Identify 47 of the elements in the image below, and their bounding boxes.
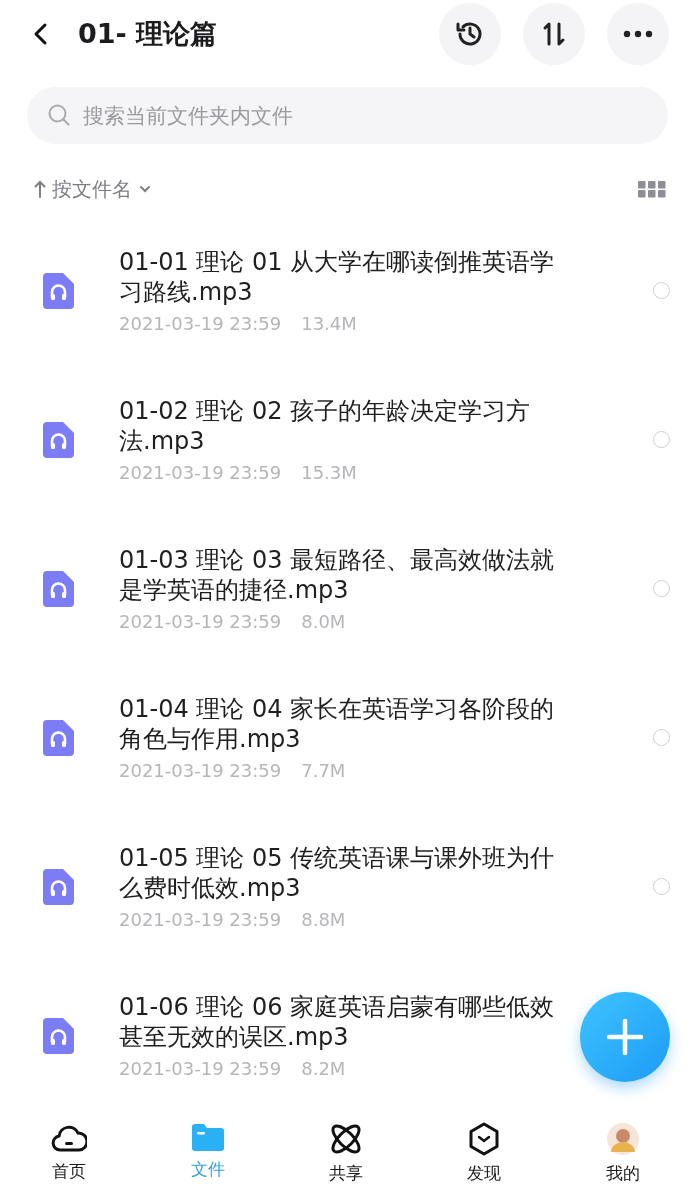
more-icon (623, 30, 653, 38)
audio-file-icon (43, 868, 74, 905)
file-date: 2021-03-19 23:59 (119, 909, 282, 930)
add-button[interactable] (580, 992, 670, 1082)
search-icon (47, 103, 71, 127)
select-radio[interactable] (653, 580, 670, 597)
chevron-down-icon (138, 184, 152, 194)
file-size: 8.2M (301, 1058, 346, 1079)
file-date: 2021-03-19 23:59 (119, 313, 282, 334)
nav-tab[interactable]: 发现 (415, 1112, 554, 1200)
nav-tab[interactable]: 共享 (276, 1112, 416, 1200)
grid-view-icon[interactable] (638, 180, 666, 198)
audio-file-icon (43, 570, 74, 607)
folder-icon (190, 1122, 225, 1152)
select-radio[interactable] (653, 878, 670, 895)
nav-tab[interactable]: 我的 (553, 1112, 692, 1200)
up-arrow-icon (34, 180, 46, 198)
sort-dropdown[interactable]: 按文件名 (34, 175, 152, 203)
select-radio[interactable] (653, 729, 670, 746)
file-date: 2021-03-19 23:59 (119, 462, 282, 483)
nav-tab[interactable]: 首页 (0, 1112, 139, 1200)
select-radio[interactable] (653, 282, 670, 299)
file-name[interactable]: 01-02 理论 02 孩子的年龄决定学习方法.mp3 (119, 396, 557, 456)
file-size: 8.8M (301, 909, 346, 930)
plus-icon (606, 1018, 644, 1056)
audio-file-icon (43, 272, 74, 309)
file-date: 2021-03-19 23:59 (119, 760, 282, 781)
file-name[interactable]: 01-01 理论 01 从大学在哪读倒推英语学习路线.mp3 (119, 247, 557, 307)
file-name[interactable]: 01-03 理论 03 最短路径、最高效做法就是学英语的捷径.mp3 (119, 545, 557, 605)
orbit-icon (329, 1122, 363, 1156)
file-size: 7.7M (301, 760, 346, 781)
file-name[interactable]: 01-04 理论 04 家长在英语学习各阶段的角色与作用.mp3 (119, 694, 557, 754)
file-size: 13.4M (301, 313, 357, 334)
avatar-icon (605, 1122, 640, 1156)
file-size: 15.3M (301, 462, 357, 483)
file-date: 2021-03-19 23:59 (119, 1058, 282, 1079)
file-size: 8.0M (301, 611, 346, 632)
hexagon-icon (468, 1122, 501, 1156)
file-name[interactable]: 01-05 理论 05 传统英语课与课外班为什么费时低效.mp3 (119, 843, 557, 903)
file-date: 2021-03-19 23:59 (119, 611, 282, 632)
page-title: 01- 理论篇 (78, 17, 219, 51)
file-name[interactable]: 01-06 理论 06 家庭英语启蒙有哪些低效甚至无效的误区.mp3 (119, 992, 557, 1052)
search-field[interactable]: 搜索当前文件夹内文件 (27, 87, 668, 144)
audio-file-icon (43, 1017, 74, 1054)
select-radio[interactable] (653, 431, 670, 448)
audio-file-icon (43, 421, 74, 458)
audio-file-icon (43, 719, 74, 756)
